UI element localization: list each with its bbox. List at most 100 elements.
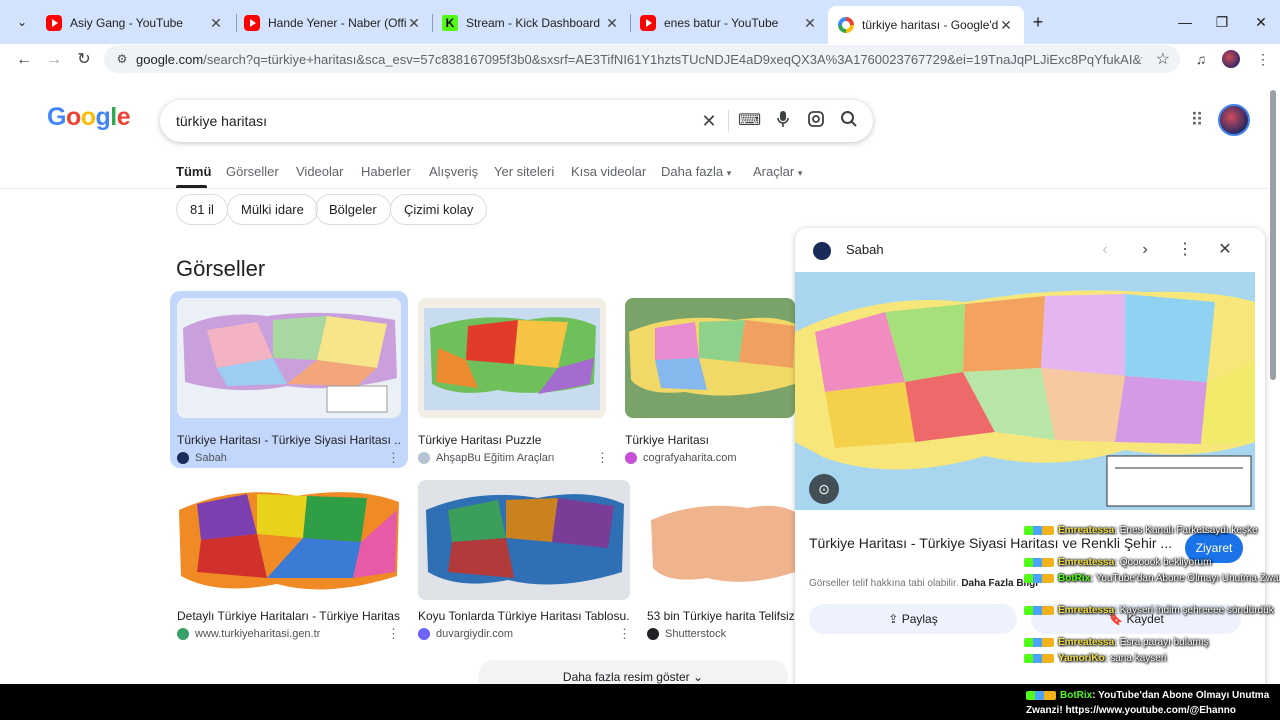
tab-tools[interactable]: Araçlar ▾ (753, 164, 802, 179)
tab-title: Asiy Gang - YouTube (70, 16, 183, 30)
source-label: Shutterstock (665, 628, 727, 640)
search-box[interactable]: türkiye haritası ✕ ⌨ (160, 100, 873, 142)
profile-avatar[interactable] (1222, 50, 1240, 68)
image-source[interactable]: Sabah (177, 452, 227, 464)
close-tab-icon[interactable]: ✕ (998, 17, 1014, 34)
maximize-button[interactable]: ❐ (1207, 10, 1237, 34)
close-tab-icon[interactable]: ✕ (802, 15, 818, 32)
search-input[interactable]: türkiye haritası (176, 113, 267, 129)
search-icon[interactable] (838, 110, 860, 132)
youtube-icon (46, 15, 62, 31)
url-host: google.com (136, 52, 204, 67)
image-title[interactable]: Türkiye Haritası Puzzle (418, 433, 606, 447)
more-options-icon[interactable]: ⋮ (596, 450, 609, 466)
account-avatar[interactable] (1218, 104, 1250, 136)
bottom-chat-message: BotRix: YouTube'dan Abone Olmayı Unutma … (1026, 688, 1269, 718)
tab-short-videos[interactable]: Kısa videolar (571, 164, 646, 179)
tab-asiy-gang[interactable]: Asiy Gang - YouTube ✕ (36, 8, 234, 38)
keyboard-icon[interactable]: ⌨ (738, 110, 761, 132)
map-thumbnail[interactable] (177, 298, 401, 418)
tab-google-search[interactable]: türkiye haritası - Google'da Ara ✕ (828, 6, 1024, 44)
image-source[interactable]: cografyaharita.com (625, 452, 737, 464)
chip-81-il[interactable]: 81 il (176, 194, 228, 225)
map-thumbnail[interactable] (625, 298, 795, 418)
bottom-chat-line-1: BotRix: YouTube'dan Abone Olmayı Unutma (1026, 688, 1269, 703)
reload-button[interactable]: ↻ (72, 48, 96, 72)
image-title[interactable]: Detaylı Türkiye Haritaları - Türkiye Har… (177, 609, 401, 623)
image-title[interactable]: Türkiye Haritası (625, 433, 795, 447)
tab-more[interactable]: Daha fazla ▾ (661, 164, 731, 179)
source-label: www.turkiyeharitasi.gen.tr (195, 628, 321, 640)
browser-menu-icon[interactable]: ⋮ (1252, 48, 1274, 70)
more-options-icon[interactable]: ⋮ (387, 450, 400, 466)
microphone-icon[interactable] (772, 110, 794, 132)
chip-bolgeler[interactable]: Bölgeler (315, 194, 391, 225)
next-image-icon[interactable]: › (1133, 238, 1157, 262)
tab-title: Stream - Kick Dashboard (466, 16, 601, 30)
chat-text: : Kayseri indim şehreeee söndürdük (1114, 605, 1274, 616)
map-thumbnail[interactable] (418, 480, 630, 600)
forward-button[interactable]: → (42, 48, 66, 72)
url-text[interactable]: google.com/search?q=türkiye+haritası&sca… (136, 52, 1142, 67)
chip-cizimi-kolay[interactable]: Çizimi kolay (390, 194, 488, 225)
close-tab-icon[interactable]: ✕ (406, 15, 422, 32)
youtube-icon (244, 15, 260, 31)
close-panel-icon[interactable]: ✕ (1213, 238, 1237, 262)
chat-message: Emreatessa: Qoooook bekliyorum (1024, 555, 1280, 571)
chat-user: YamoriKo (1058, 653, 1105, 664)
close-tab-icon[interactable]: ✕ (604, 15, 620, 32)
share-button[interactable]: ⇪ Paylaş (809, 604, 1017, 634)
preview-map-image[interactable] (795, 272, 1255, 510)
media-control-icon[interactable]: ♫ (1190, 48, 1212, 70)
tab-search-button[interactable]: ⌄ (8, 8, 36, 36)
more-options-icon[interactable]: ⋮ (618, 626, 631, 642)
close-tab-icon[interactable]: ✕ (208, 15, 224, 32)
minimize-button[interactable]: — (1170, 10, 1200, 34)
scrollbar-thumb[interactable] (1270, 90, 1276, 380)
tab-shopping[interactable]: Alışveriş (429, 164, 478, 179)
chip-mulki-idare[interactable]: Mülki idare (227, 194, 318, 225)
search-divider (728, 110, 729, 132)
window-close-button[interactable]: ✕ (1246, 10, 1276, 34)
previous-image-icon[interactable]: ‹ (1093, 238, 1117, 262)
tab-places[interactable]: Yer siteleri (494, 164, 554, 179)
tab-videos[interactable]: Videolar (296, 164, 343, 179)
image-source[interactable]: AhşapBu Eğitim Araçları (418, 452, 555, 464)
more-images-button[interactable]: Daha fazla resim göster ⌄ (478, 660, 788, 684)
tab-enes-batur[interactable]: enes batur - YouTube ✕ (630, 8, 828, 38)
address-bar[interactable]: ⚙ google.com/search?q=türkiye+haritası&s… (104, 45, 1180, 73)
image-title[interactable]: Türkiye Haritası - Türkiye Siyasi Harita… (177, 433, 401, 447)
image-title[interactable]: 53 bin Türkiye harita Telifsiz (647, 609, 795, 623)
panel-source[interactable]: Sabah (846, 242, 884, 257)
tab-title: Hande Yener - Naber (Official V (268, 16, 406, 30)
puzzle-thumbnail[interactable] (418, 298, 606, 418)
new-tab-button[interactable]: + (1026, 10, 1050, 34)
clear-icon[interactable]: ✕ (698, 110, 720, 132)
tab-hande-yener[interactable]: Hande Yener - Naber (Official V ✕ (234, 8, 432, 38)
tab-news[interactable]: Haberler (361, 164, 411, 179)
chat-user: Emreatessa (1058, 605, 1115, 616)
kick-icon: K (442, 15, 458, 31)
lens-search-icon[interactable]: ⊙ (809, 474, 839, 504)
map-thumbnail[interactable] (177, 480, 401, 600)
more-options-icon[interactable]: ⋮ (387, 626, 400, 642)
back-button[interactable]: ← (12, 48, 36, 72)
apps-grid-icon[interactable]: ⠿ (1186, 110, 1208, 132)
tab-images[interactable]: Görseller (226, 164, 279, 179)
chat-text: : YouTube'dan Abone Olmayı Unutma (1092, 690, 1270, 701)
source-label: AhşapBu Eğitim Araçları (436, 452, 555, 464)
image-source[interactable]: www.turkiyeharitasi.gen.tr (177, 628, 320, 640)
bookmark-star-icon[interactable]: ☆ (1156, 49, 1170, 69)
tab-all[interactable]: Tümü (176, 164, 211, 179)
google-logo[interactable]: Google (47, 103, 131, 132)
lens-icon[interactable] (805, 110, 827, 132)
image-title[interactable]: Koyu Tonlarda Türkiye Haritası Tablosu..… (418, 609, 630, 623)
map-thumbnail[interactable] (647, 480, 795, 600)
image-source[interactable]: duvargiydir.com (418, 628, 513, 640)
site-info-icon[interactable]: ⚙ (114, 51, 130, 67)
tab-kick-dashboard[interactable]: K Stream - Kick Dashboard ✕ (432, 8, 630, 38)
more-options-icon[interactable]: ⋮ (1173, 238, 1197, 262)
tab-tools-label: Araçlar (753, 164, 795, 179)
image-source[interactable]: Shutterstock (647, 628, 726, 640)
chat-message: Emreatessa: Kayseri indim şehreeee söndü… (1024, 603, 1280, 619)
